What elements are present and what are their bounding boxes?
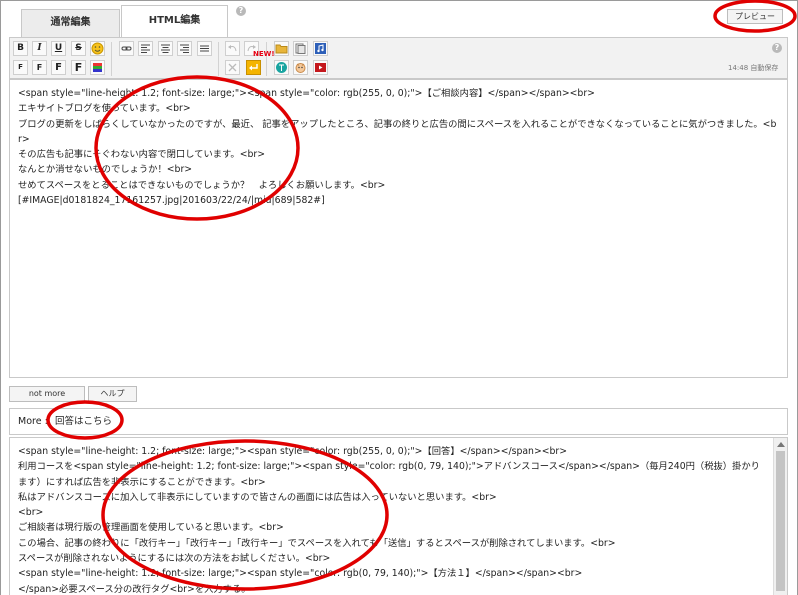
code-line: [#IMAGE|d0181824_17161257.jpg|201603/22/… (18, 195, 325, 207)
align-left-button[interactable] (138, 41, 153, 56)
translate-button[interactable] (274, 60, 289, 75)
underline-button[interactable]: U (51, 41, 66, 56)
font-size-large-button[interactable]: F (51, 60, 66, 75)
tab-normal-edit[interactable]: 通常編集 (21, 9, 120, 38)
more-row: More : 回答はこちら (9, 408, 788, 435)
code-line: スペースが削除されないようにするには次の方法をお試しください。<br> (18, 553, 331, 565)
new-badge: NEW! (253, 50, 275, 58)
align-right-button[interactable] (177, 41, 192, 56)
album-button[interactable] (293, 41, 308, 56)
undo-button[interactable] (225, 41, 240, 56)
toolbar-help-icon[interactable]: ? (772, 43, 782, 53)
video-icon (315, 63, 326, 72)
tab-html-edit[interactable]: HTML編集 (121, 5, 228, 39)
code-line: せめてスペースをとることはできないものでしょうか？ よろしくお願いします。<br… (18, 179, 386, 191)
html-more-editor[interactable]: <span style="line-height: 1.2; font-size… (9, 437, 788, 595)
image-folder-button[interactable] (274, 41, 289, 56)
horizontal-rule-icon (200, 45, 209, 52)
align-right-icon (180, 44, 189, 53)
bold-button[interactable]: B (13, 41, 28, 56)
code-line: <span style="line-height: 1.2; font-size… (18, 568, 583, 580)
code-line: 私はアドバンスコースに加入して非表示にしていますので皆さんの画面には広告は入って… (18, 491, 497, 503)
font-size-medium-button[interactable]: F (32, 60, 47, 75)
enter-icon (249, 64, 258, 71)
album-icon (295, 43, 306, 54)
code-line: ご相談者は現行版の管理画面を使用していると思います。<br> (18, 522, 284, 534)
video-button[interactable] (313, 60, 328, 75)
scroll-up-icon[interactable] (777, 442, 785, 447)
align-left-icon (141, 44, 150, 53)
remove-format-button[interactable] (225, 60, 240, 75)
code-line: なんとか消せないものでしょうか！<br> (18, 164, 193, 176)
code-line: 利用コースを<span style="line-height: 1.2; fon… (18, 461, 760, 488)
horizontal-rule-button[interactable] (197, 41, 212, 56)
scrollbar[interactable] (773, 438, 787, 595)
code-line: </span>必要スペース分の改行タグ<br>を入力する。 (18, 583, 251, 595)
italic-button[interactable]: I (32, 41, 47, 56)
scrollbar-thumb[interactable] (776, 451, 785, 591)
html-body-editor[interactable]: <span style="line-height: 1.2; font-size… (9, 79, 788, 378)
code-line: ブログの更新をしばらくしていなかったのですが、最近、 記事をアップしたところ、記… (18, 118, 777, 145)
preview-button[interactable]: プレビュー (727, 9, 783, 24)
music-icon (315, 43, 326, 54)
insert-break-button[interactable] (246, 60, 261, 75)
code-line: エキサイトブログを使っています。<br> (18, 103, 191, 115)
code-line: その広告も記事にそぐわない内容で閉口しています。<br> (18, 149, 266, 161)
code-line: <span style="line-height: 1.2; font-size… (18, 88, 595, 99)
music-button[interactable] (313, 41, 328, 56)
color-palette-icon (93, 63, 102, 72)
more-label: More : (18, 416, 48, 427)
link-icon (121, 46, 132, 51)
not-more-button[interactable]: not more (9, 386, 85, 402)
font-size-small-button[interactable]: F (13, 60, 28, 75)
autosave-status: 14:48 自動保存 (728, 64, 779, 72)
character-button[interactable] (293, 60, 308, 75)
teal-circle-icon (276, 62, 287, 73)
code-line: <span style="line-height: 1.2; font-size… (18, 446, 568, 457)
smiley-icon (91, 42, 104, 55)
format-toolbar: B I U S F F F F NEW! ? 14:48 自動保存 (9, 37, 788, 79)
help-icon[interactable]: ? (236, 6, 246, 16)
character-icon (295, 63, 306, 73)
strikethrough-button[interactable]: S (71, 41, 86, 56)
more-text-input[interactable]: 回答はこちら (55, 413, 115, 430)
link-button[interactable] (119, 41, 134, 56)
close-icon (228, 63, 237, 72)
code-line: この場合、記事の終わりに「改行キー」「改行キー」「改行キー」でスペースを入れても… (18, 537, 616, 549)
align-center-button[interactable] (158, 41, 173, 56)
align-center-icon (161, 44, 170, 53)
undo-icon (228, 45, 237, 52)
folder-icon (275, 44, 288, 54)
text-color-button[interactable] (90, 60, 105, 75)
font-size-xlarge-button[interactable]: F (71, 60, 86, 75)
emoji-button[interactable] (90, 41, 105, 56)
code-line: <br> (18, 507, 44, 519)
help-button[interactable]: ヘルプ (88, 386, 137, 402)
